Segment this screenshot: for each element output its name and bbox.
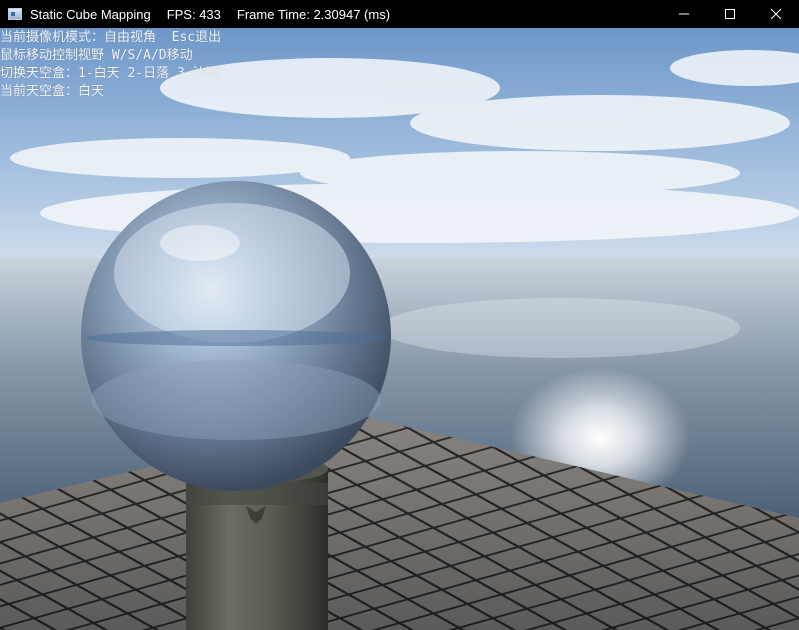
scene-render bbox=[0, 28, 799, 630]
close-icon bbox=[770, 8, 782, 20]
app-icon bbox=[8, 8, 22, 20]
camera-mode-text: 当前摄像机模式：自由视角 Esc退出 bbox=[0, 30, 222, 45]
skybox-switch-hint-text: 切换天空盒：1-白天 2-日落 3-沙漠 bbox=[0, 66, 219, 81]
close-button[interactable] bbox=[753, 0, 799, 28]
minimize-icon bbox=[679, 13, 689, 15]
controls-hint-text: 鼠标移动控制视野 W/S/A/D移动 bbox=[0, 48, 193, 63]
render-viewport[interactable] bbox=[0, 28, 799, 630]
maximize-button[interactable] bbox=[707, 0, 753, 28]
minimize-button[interactable] bbox=[661, 0, 707, 28]
maximize-icon bbox=[725, 9, 735, 19]
title-bar[interactable]: Static Cube Mapping FPS: 433 Frame Time:… bbox=[0, 0, 799, 28]
window-title: Static Cube Mapping bbox=[30, 6, 151, 22]
info-overlay: 当前摄像机模式：自由视角 Esc退出 鼠标移动控制视野 W/S/A/D移动 切换… bbox=[0, 29, 221, 101]
current-skybox-text: 当前天空盒：白天 bbox=[0, 84, 105, 99]
fps-readout: FPS: 433 bbox=[166, 6, 221, 22]
frame-time-readout: Frame Time: 2.30947 (ms) bbox=[236, 6, 391, 22]
